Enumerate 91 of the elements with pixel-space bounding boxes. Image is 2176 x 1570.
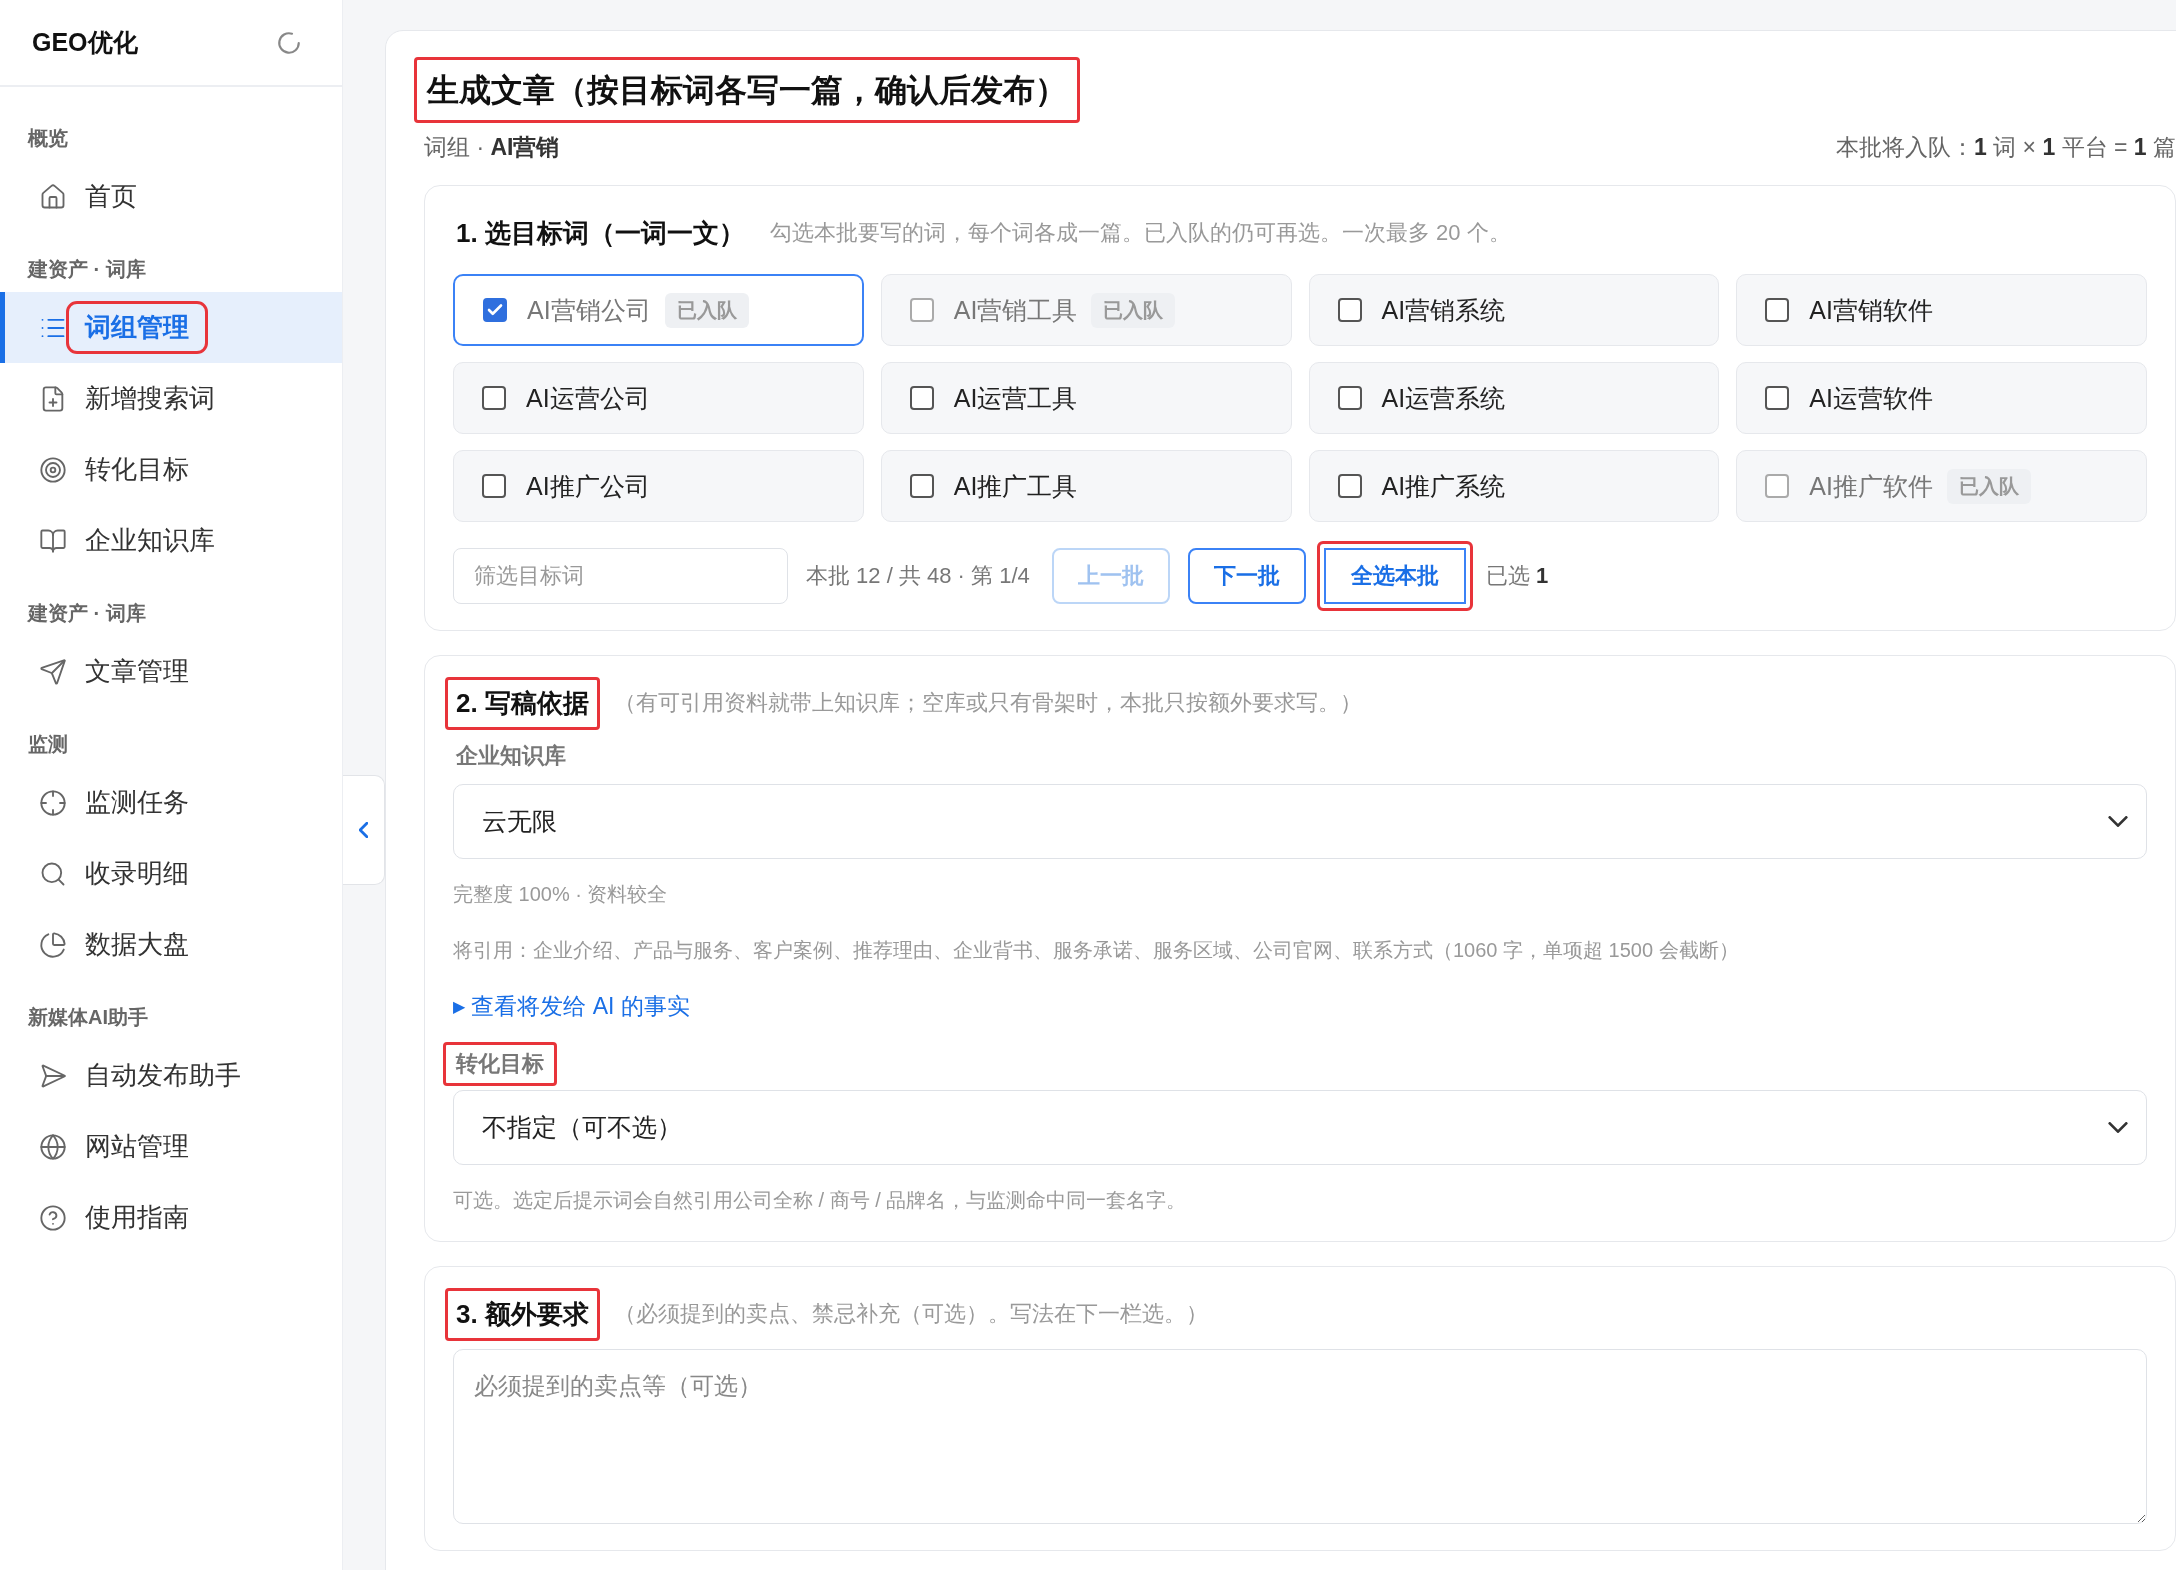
nav-group-label: 概览 — [26, 126, 69, 151]
knowledge-select[interactable]: 云无限 — [453, 784, 2147, 859]
word-option[interactable]: AI运营软件 — [1736, 362, 2147, 434]
checkbox[interactable] — [483, 298, 507, 322]
selected-count: 已选 1 — [1485, 562, 1549, 590]
checkbox[interactable] — [909, 474, 934, 498]
section-note: （有可引用资料就带上知识库；空库或只有骨架时，本批只按额外要求写。） — [613, 689, 1362, 717]
filter-input[interactable]: 筛选目标词 — [453, 548, 788, 604]
checkbox[interactable] — [909, 386, 934, 410]
pie-chart-icon — [39, 930, 67, 959]
chevron-down-icon — [2108, 816, 2128, 827]
word-option[interactable]: AI推广工具 — [880, 450, 1292, 522]
paper-plane-icon — [39, 657, 67, 686]
nav-item[interactable]: 使用指南 — [0, 1182, 342, 1253]
nav-group-label: 建资产 · 词库 — [26, 601, 147, 626]
checkbox[interactable] — [1337, 298, 1362, 322]
queue-summary: 本批将入队：1 词 × 1 平台 = 1 篇 — [1836, 132, 2176, 162]
word-option[interactable]: AI营销软件 — [1736, 274, 2147, 346]
word-option[interactable]: AI推广公司 — [453, 450, 864, 522]
refresh-icon[interactable] — [276, 29, 302, 56]
globe-icon — [39, 1132, 67, 1161]
word-option[interactable]: AI营销系统 — [1308, 274, 1720, 346]
nav-item[interactable]: 企业知识库 — [0, 505, 342, 576]
batch-info: 本批 12 / 共 48 · 第 1/4 — [806, 562, 1030, 590]
checkbox[interactable] — [1337, 474, 1362, 498]
nav-group-label: 新媒体AI助手 — [27, 1005, 149, 1030]
field-label: 转化目标 — [443, 1042, 557, 1086]
checkbox[interactable] — [1765, 474, 1790, 498]
nav-item[interactable]: 文章管理 — [0, 636, 342, 707]
nav-item[interactable]: 词组管理 — [0, 292, 342, 363]
word-label: AI营销系统 — [1381, 294, 1506, 326]
nav-item[interactable]: 收录明细 — [0, 838, 342, 909]
section-title: 3. 额外要求 — [445, 1287, 600, 1341]
word-label: AI运营系统 — [1381, 382, 1506, 414]
section-note: （必须提到的卖点、禁忌补充（可选）。写法在下一栏选。） — [613, 1300, 1208, 1328]
nav-group-label: 监测 — [27, 732, 69, 757]
nav-item[interactable]: 自动发布助手 — [0, 1040, 342, 1111]
word-label: AI推广公司 — [526, 470, 650, 502]
nav-item[interactable]: 数据大盘 — [0, 909, 342, 980]
chevron-down-icon — [2108, 1122, 2128, 1133]
group-label: 词组 · AI营销 — [424, 132, 560, 162]
word-option[interactable]: AI推广软件 已入队 — [1736, 450, 2147, 522]
facts-disclosure-link[interactable]: ▶ 查看将发给 AI 的事实 — [453, 991, 690, 1022]
goal-select[interactable]: 不指定（可不选） — [453, 1090, 2147, 1165]
home-icon — [39, 182, 67, 211]
checkbox[interactable] — [482, 474, 506, 498]
queued-badge: 已入队 — [1946, 468, 2031, 504]
goal-hint: 可选。选定后提示词会自然引用公司全称 / 商号 / 品牌名，与监测命中同一套名字。 — [453, 1188, 1188, 1213]
nav-item[interactable]: 网站管理 — [0, 1111, 342, 1182]
word-option[interactable]: AI运营系统 — [1308, 362, 1720, 434]
checkbox[interactable] — [1337, 386, 1362, 410]
word-label: AI推广软件 — [1809, 470, 1933, 502]
crosshair-icon — [39, 788, 67, 817]
batch-button[interactable]: 下一批 — [1187, 548, 1306, 604]
page-title: 生成文章（按目标词各写一篇，确认后发布） — [414, 57, 1080, 123]
nav-item[interactable]: 转化目标 — [0, 434, 342, 505]
queued-badge: 已入队 — [1091, 292, 1176, 328]
completeness-text: 完整度 100% · 资料较全 — [453, 882, 669, 907]
word-option[interactable]: AI运营工具 — [880, 362, 1292, 434]
section-title: 1. 选目标词（一词一文） — [455, 216, 746, 250]
word-label: AI运营软件 — [1809, 382, 1933, 414]
word-label: AI营销软件 — [1809, 294, 1933, 326]
nav-group-label: 建资产 · 词库 — [26, 257, 147, 282]
requirements-field[interactable]: 必须提到的卖点等（可选） — [453, 1349, 2147, 1524]
checkbox[interactable] — [1765, 386, 1790, 410]
word-label: AI运营公司 — [526, 382, 650, 414]
checkbox[interactable] — [1765, 298, 1790, 322]
word-label: AI营销公司 — [527, 294, 651, 326]
section-title: 2. 写稿依据 — [445, 676, 600, 730]
help-icon — [39, 1203, 67, 1232]
nav-item[interactable]: 新增搜索词 — [0, 363, 342, 434]
nav-item[interactable]: 首页 — [0, 161, 342, 232]
word-option[interactable]: AI推广系统 — [1308, 450, 1720, 522]
chevron-left-icon — [359, 822, 368, 838]
field-label: 企业知识库 — [455, 742, 567, 770]
word-label: AI营销工具 — [953, 294, 1078, 326]
queued-badge: 已入队 — [664, 292, 749, 328]
word-label: AI推广系统 — [1381, 470, 1506, 502]
word-option[interactable]: AI营销公司 已入队 — [453, 274, 864, 346]
brand-title: GEO优化 — [32, 27, 138, 58]
section-note: 勾选本批要写的词，每个词各成一篇。已入队的仍可再选。一次最多 20 个。 — [769, 219, 1511, 247]
word-option[interactable]: AI营销工具 已入队 — [880, 274, 1292, 346]
word-label: AI运营工具 — [953, 382, 1078, 414]
word-label: AI推广工具 — [953, 470, 1078, 502]
checkbox[interactable] — [909, 298, 934, 322]
checkbox[interactable] — [482, 386, 506, 410]
target-icon — [39, 455, 67, 484]
citation-text: 将引用：企业介绍、产品与服务、客户案例、推荐理由、企业背书、服务承诺、服务区域、公司官网、联系方式（1060 字，单项超 1500 会截断） — [453, 938, 1740, 963]
word-option[interactable]: AI运营公司 — [453, 362, 864, 434]
nav-item[interactable]: 监测任务 — [0, 767, 342, 838]
batch-button[interactable]: 全选本批 — [1316, 541, 1473, 611]
